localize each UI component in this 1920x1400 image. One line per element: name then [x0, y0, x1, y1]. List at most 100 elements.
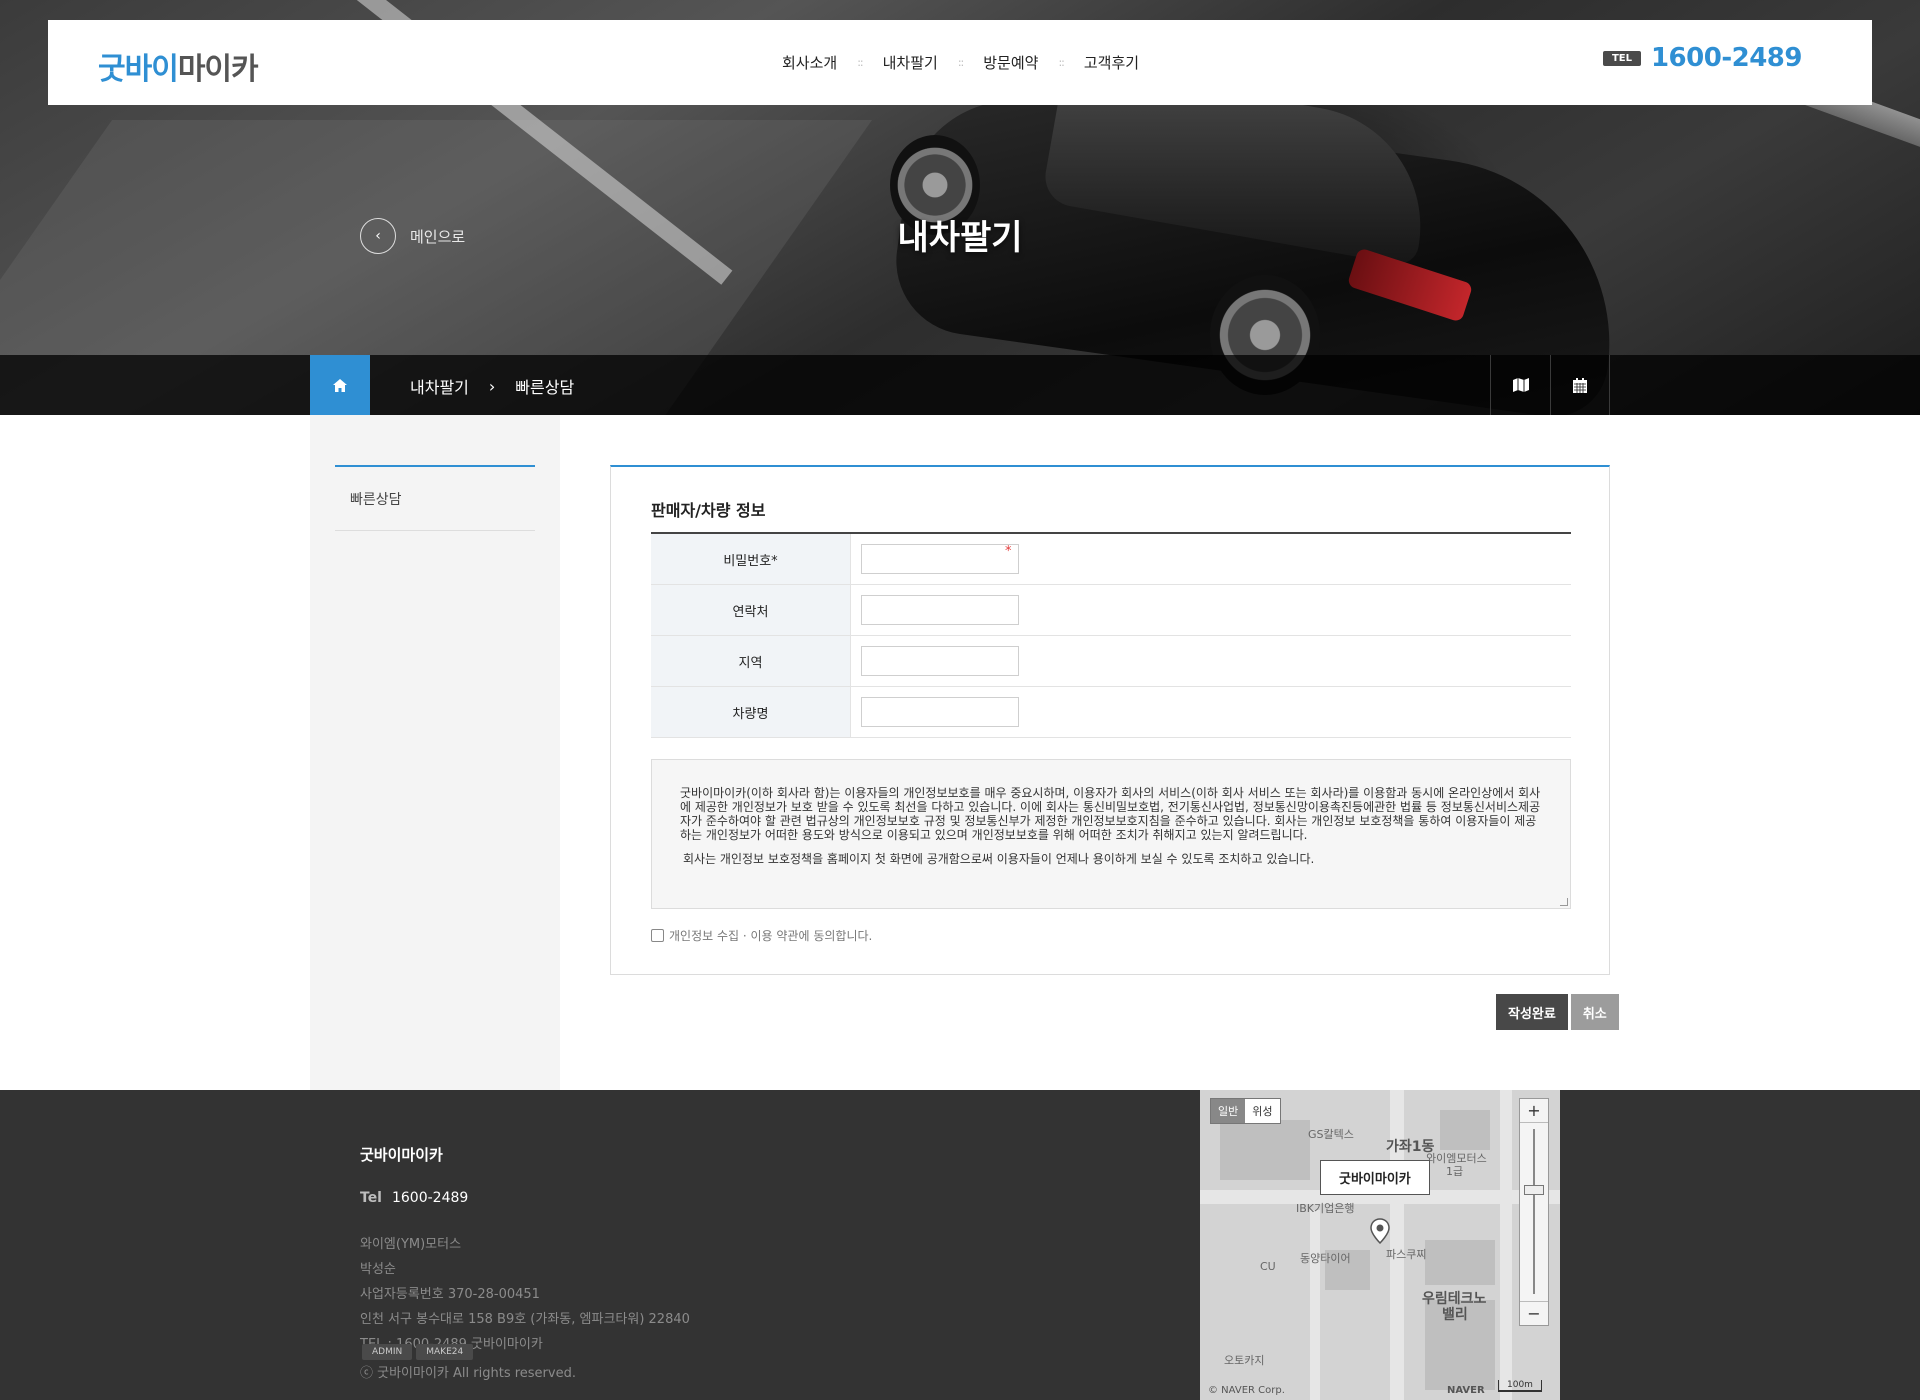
contact-field[interactable] [861, 595, 1019, 625]
footer-company-info: 와이엠(YM)모터스 박성순 사업자등록번호 370-28-00451 인천 서… [360, 1232, 690, 1357]
footer-address: 인천 서구 봉수대로 158 B9호 (가좌동, 엠파크타워) 22840 [360, 1312, 690, 1327]
breadcrumb-tools [1490, 355, 1610, 415]
form-cell [851, 636, 1571, 686]
sidebar-item-quick-consult[interactable]: 빠른상담 [335, 467, 535, 531]
zoom-in-button[interactable]: + [1520, 1099, 1548, 1123]
form-cell: * [851, 534, 1571, 584]
location-map[interactable]: GS칼텍스 가좌1동 와이엠모터스 1급 IBK기업은행 동양타이어 파스쿠찌 … [1200, 1090, 1560, 1400]
footer-brand: 굿바이마이카 [360, 1146, 443, 1164]
map-copyright: © NAVER Corp. [1208, 1385, 1285, 1396]
breadcrumb-item[interactable]: 내차팔기 [410, 374, 469, 398]
footer-copyright: ⓒ 굿바이마이카 All rights reserved. [360, 1366, 576, 1381]
calendar-icon [1573, 377, 1587, 393]
sidebar: 빠른상담 [310, 415, 560, 1090]
zoom-slider-handle[interactable] [1524, 1185, 1544, 1195]
field-label-car-name: 차량명 [651, 687, 851, 737]
region-field[interactable] [861, 646, 1019, 676]
map-label-ibk: IBK기업은행 [1296, 1202, 1355, 1215]
nav-separator: :: [957, 56, 965, 69]
terms-paragraph: 회사는 개인정보 보호정책을 홈페이지 첫 화면에 공개함으로써 이용자들이 언… [683, 852, 1315, 866]
breadcrumb: 내차팔기 › 빠른상담 [410, 374, 574, 398]
footer-tel-label: Tel [360, 1190, 382, 1206]
nav-separator: :: [857, 56, 864, 69]
form-cell [851, 585, 1571, 635]
nav-item-sell-car[interactable]: 내차팔기 [883, 52, 938, 73]
map-icon [1512, 378, 1529, 392]
form-panel: 판매자/차량 정보 비밀번호* * 연락처 지역 차량명 굿바이마이카(이하 회… [610, 465, 1610, 975]
form-row: 연락처 [651, 585, 1571, 636]
nav-item-company[interactable]: 회사소개 [782, 52, 837, 73]
calendar-button[interactable] [1550, 355, 1610, 415]
breadcrumb-bar: 내차팔기 › 빠른상담 [0, 355, 1920, 415]
car-name-field[interactable] [861, 697, 1019, 727]
header-phone: TEL 1600-2489 [1602, 43, 1803, 73]
form-buttons: 작성완료 취소 [1493, 994, 1619, 1030]
field-label-region: 지역 [651, 636, 851, 686]
home-icon [333, 378, 347, 392]
nav-item-reviews[interactable]: 고객후기 [1084, 52, 1139, 73]
map-label-gs: GS칼텍스 [1308, 1128, 1354, 1141]
map-button[interactable] [1490, 355, 1550, 415]
form-section-title: 판매자/차량 정보 [651, 501, 766, 520]
form-cell [851, 687, 1571, 737]
submit-button[interactable]: 작성완료 [1496, 994, 1568, 1030]
zoom-out-button[interactable]: − [1520, 1301, 1548, 1325]
privacy-agree-label[interactable]: 개인정보 수집 · 이용 약관에 동의합니다. [669, 927, 872, 944]
site-footer: 굿바이마이카 Tel 1600-2489 와이엠(YM)모터스 박성순 사업자등록… [0, 1090, 1920, 1400]
naver-logo: NAVER [1447, 1385, 1485, 1396]
map-block [1440, 1110, 1490, 1150]
home-button[interactable] [310, 355, 370, 415]
map-marker-label[interactable]: 굿바이마이카 [1320, 1160, 1430, 1195]
map-label-valley: 밸리 [1442, 1307, 1468, 1323]
resize-grip-icon[interactable] [1560, 898, 1568, 906]
field-label-password: 비밀번호* [651, 534, 851, 584]
footer-business-number: 사업자등록번호 370-28-00451 [360, 1287, 540, 1302]
map-block [1425, 1240, 1495, 1285]
footer-admin-badges: ADMIN MAKE24 [362, 1344, 474, 1360]
map-pin-icon[interactable] [1370, 1218, 1390, 1244]
required-mark: * [1005, 544, 1012, 559]
password-field[interactable] [861, 544, 1019, 574]
footer-company-name: 와이엠(YM)모터스 [360, 1237, 462, 1252]
map-type-satellite[interactable]: 위성 [1245, 1099, 1279, 1123]
logo-text-part1: 굿바이 [98, 52, 179, 87]
map-label-pascucci: 파스쿠찌 [1386, 1248, 1427, 1261]
map-block [1220, 1120, 1310, 1180]
field-label-contact: 연락처 [651, 585, 851, 635]
map-label-dongyang-tire: 동양타이어 [1300, 1252, 1351, 1265]
form-row: 비밀번호* * [651, 534, 1571, 585]
make24-link[interactable]: MAKE24 [416, 1344, 474, 1360]
breadcrumb-item[interactable]: 빠른상담 [515, 374, 574, 398]
map-label-1geup: 1급 [1446, 1165, 1464, 1178]
nav-item-visit-booking[interactable]: 방문예약 [983, 52, 1038, 73]
main-nav: 회사소개 :: 내차팔기 :: 방문예약 :: 고객후기 [782, 52, 1139, 73]
site-logo[interactable]: 굿바이마이카 [98, 44, 259, 88]
cancel-button[interactable]: 취소 [1570, 994, 1619, 1030]
map-scale: 100m [1498, 1380, 1542, 1392]
map-road [1500, 1090, 1512, 1400]
admin-link[interactable]: ADMIN [362, 1344, 413, 1360]
form-row: 차량명 [651, 687, 1571, 738]
footer-tel: Tel 1600-2489 [360, 1190, 468, 1206]
map-type-toggle: 일반 위성 [1210, 1098, 1281, 1124]
privacy-agree-checkbox[interactable]: 개인정보 수집 · 이용 약관에 동의합니다. [651, 927, 872, 944]
terms-paragraph: 굿바이마이카(이하 회사라 함)는 이용자들의 개인정보보호를 매우 중요시하며… [680, 786, 1541, 842]
map-label-autocazzi: 오토카지 [1224, 1354, 1265, 1367]
page-title: 내차팔기 [897, 218, 1023, 258]
form-table: 비밀번호* * 연락처 지역 차량명 [651, 532, 1571, 738]
footer-tel-value: 1600-2489 [391, 1190, 469, 1206]
tel-number[interactable]: 1600-2489 [1651, 43, 1803, 73]
map-zoom-control: + − [1519, 1098, 1549, 1326]
footer-ceo: 박성순 [360, 1262, 396, 1277]
form-row: 지역 [651, 636, 1571, 687]
privacy-terms-textarea[interactable]: 굿바이마이카(이하 회사라 함)는 이용자들의 개인정보보호를 매우 중요시하며… [651, 759, 1571, 909]
site-header: 굿바이마이카 회사소개 :: 내차팔기 :: 방문예약 :: 고객후기 TEL … [48, 20, 1872, 105]
nav-separator: :: [1058, 56, 1065, 69]
map-road [1310, 1210, 1320, 1400]
map-type-normal[interactable]: 일반 [1211, 1099, 1246, 1123]
chevron-right-icon: › [488, 376, 496, 396]
logo-text-part2: 마이카 [177, 52, 259, 87]
checkbox-icon[interactable] [651, 929, 664, 942]
zoom-track [1533, 1129, 1535, 1294]
tel-badge: TEL [1602, 50, 1641, 66]
